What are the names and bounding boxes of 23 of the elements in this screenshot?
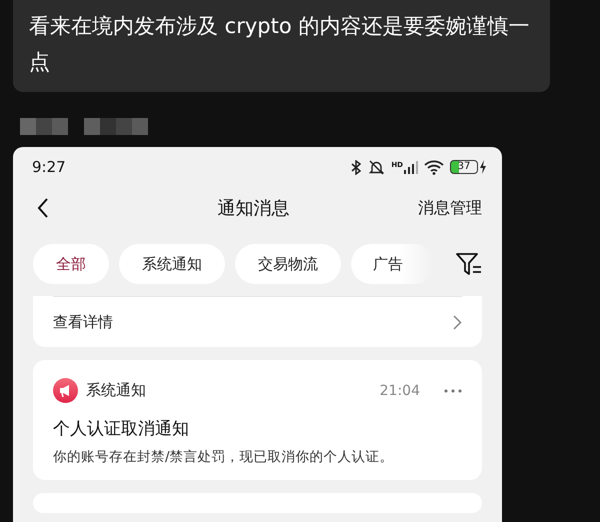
more-icon[interactable] — [444, 388, 462, 392]
pixelated-name — [20, 118, 68, 135]
manage-messages-link[interactable]: 消息管理 — [418, 198, 482, 218]
status-time: 9:27 — [32, 158, 66, 176]
filter-chip[interactable]: 全部 — [33, 244, 109, 284]
filter-icon[interactable] — [456, 252, 482, 276]
pixelated-name — [84, 118, 148, 135]
muted-bell-icon — [368, 160, 386, 174]
filter-chip[interactable]: 交易物流 — [235, 244, 341, 284]
megaphone-icon — [53, 378, 78, 403]
filter-chip[interactable]: 系统通知 — [119, 244, 225, 284]
notice-title: 个人认证取消通知 — [53, 418, 190, 440]
notice-source: 系统通知 — [86, 381, 146, 400]
page-title: 通知消息 — [218, 197, 290, 220]
chevron-right-icon — [453, 314, 462, 330]
notice-time: 21:04 — [380, 382, 420, 398]
back-icon[interactable] — [37, 198, 49, 218]
notice-body: 你的账号存在封禁/禁言处罚，现已取消你的个人认证。 — [53, 448, 395, 466]
wifi-icon — [424, 160, 444, 174]
view-details-link[interactable]: 查看详情 — [53, 297, 462, 347]
signal-icon — [404, 160, 418, 174]
bluetooth-icon — [350, 160, 362, 174]
message-text: 看来在境内发布涉及 crypto 的内容还是要委婉谨慎一点 — [29, 14, 530, 74]
